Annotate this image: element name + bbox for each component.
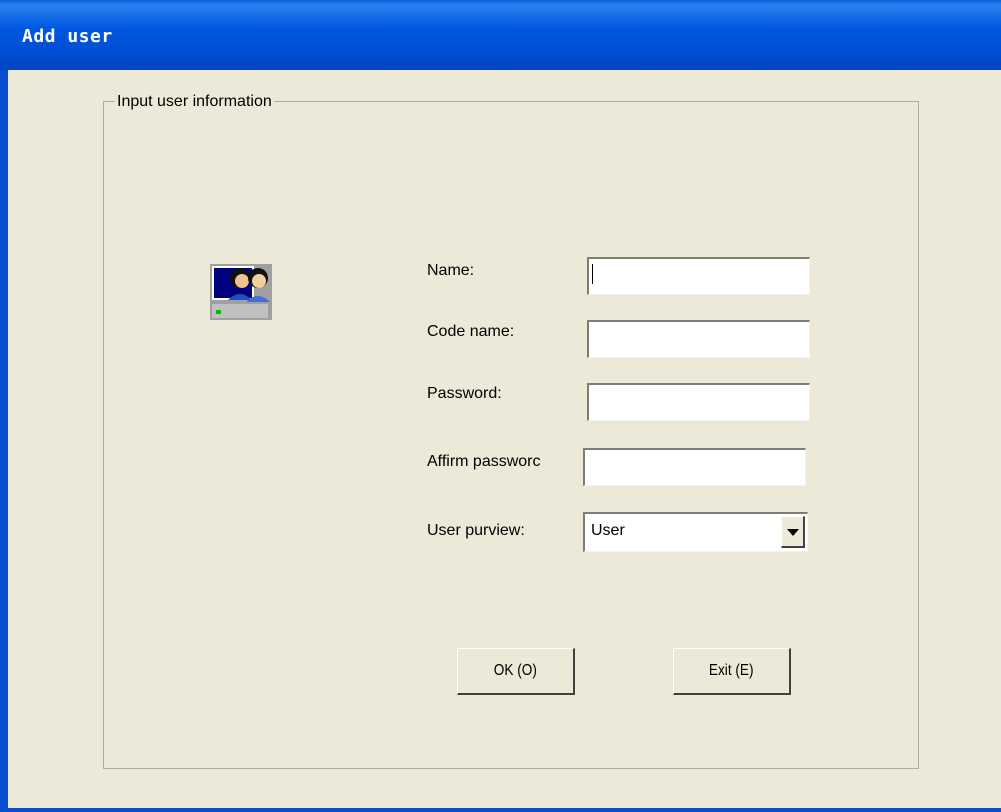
ok-button[interactable]: OK (O) — [457, 648, 575, 695]
user-purview-label: User purview: — [427, 522, 525, 539]
chevron-down-icon — [787, 529, 799, 536]
user-purview-value: User — [591, 522, 625, 539]
name-input[interactable] — [587, 257, 810, 295]
ok-button-label: OK (O) — [493, 662, 538, 679]
window-frame-bottom — [0, 808, 1001, 812]
code-name-label: Code name: — [427, 323, 515, 340]
exit-button-label: Exit (E) — [709, 662, 754, 679]
dropdown-button[interactable] — [781, 516, 805, 548]
groupbox-label: Input user information — [115, 93, 274, 111]
name-label: Name: — [427, 262, 475, 279]
window-title: Add user — [22, 26, 113, 47]
affirm-password-label: Affirm passworc — [427, 453, 541, 470]
text-cursor — [592, 264, 593, 284]
password-label: Password: — [427, 385, 502, 402]
password-input[interactable] — [587, 383, 810, 421]
window-frame-left — [0, 70, 8, 812]
affirm-password-input[interactable] — [583, 448, 806, 486]
users-computer-icon — [210, 264, 272, 320]
code-name-input[interactable] — [587, 320, 810, 358]
user-purview-select[interactable]: User — [583, 512, 808, 552]
add-user-dialog: Add user Input user information Name: Co… — [0, 0, 1001, 812]
exit-button[interactable]: Exit (E) — [673, 648, 791, 695]
title-bar[interactable]: Add user — [0, 0, 1001, 70]
